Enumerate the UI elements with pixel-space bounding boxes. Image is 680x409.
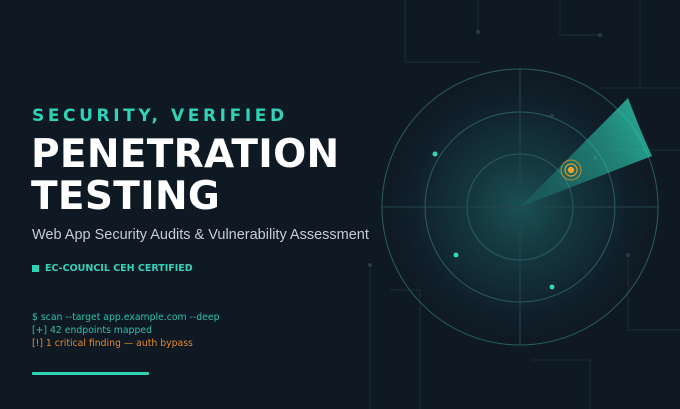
accent-divider	[32, 372, 149, 375]
terminal-line-command: $ scan --target app.example.com --deep	[32, 312, 220, 323]
radar-blip	[453, 252, 459, 258]
terminal-line-warning: [!] 1 critical finding — auth bypass	[32, 338, 193, 349]
certification-badge: EC-COUNCIL CEH CERTIFIED	[32, 263, 193, 274]
title-line-2: TESTING	[31, 174, 221, 219]
subtitle: Web App Security Audits & Vulnerability …	[32, 227, 369, 243]
radar-blip	[432, 151, 438, 157]
square-icon	[32, 265, 39, 272]
radar-blip	[549, 284, 555, 290]
page-title: PENETRATION TESTING	[31, 134, 340, 218]
eyebrow-text: SECURITY, VERIFIED	[32, 106, 288, 126]
title-line-1: PENETRATION	[31, 132, 340, 177]
terminal-line-info: [+] 42 endpoints mapped	[32, 325, 152, 336]
badge-label: EC-COUNCIL CEH CERTIFIED	[45, 263, 193, 274]
terminal-log: $ scan --target app.example.com --deep […	[32, 311, 220, 350]
